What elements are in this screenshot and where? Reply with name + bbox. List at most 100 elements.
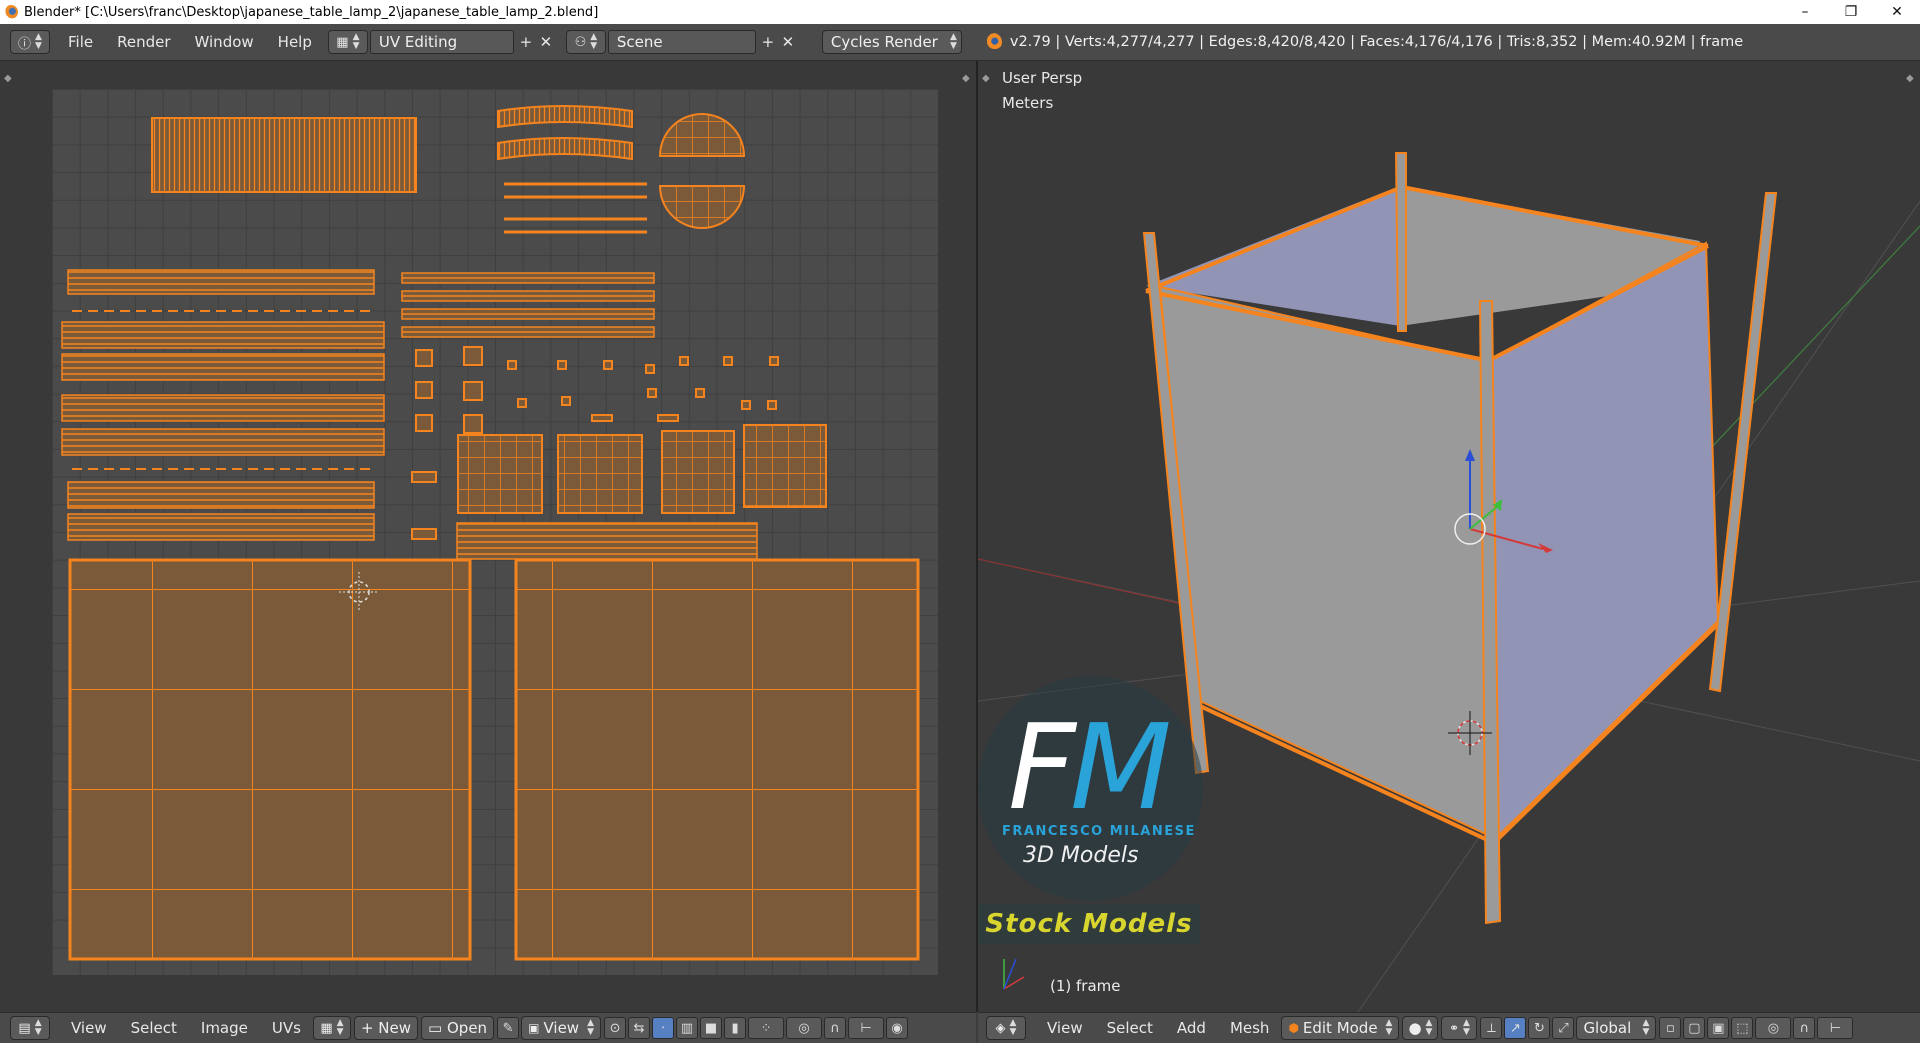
snap-3d-icon[interactable]: ∩: [1793, 1017, 1816, 1039]
uv-image-canvas[interactable]: [52, 89, 938, 975]
island-select-icon[interactable]: ▮: [724, 1017, 747, 1039]
uv-editor-type-button[interactable]: ▤ ▲ ▼: [10, 1016, 50, 1040]
blender-app-icon: [4, 5, 18, 19]
scene-icon: ⚇: [574, 34, 587, 50]
3d-editor-type-button[interactable]: ◈ ▲ ▼: [986, 1016, 1026, 1040]
watermark-letter-m: M: [1070, 698, 1172, 836]
scene-selector[interactable]: ⚇ ▲ ▼: [565, 30, 606, 54]
limit-selection-icon[interactable]: ⬚: [1731, 1017, 1754, 1039]
3d-menu-view[interactable]: View: [1035, 1019, 1095, 1037]
proportional-edit-3d-icon[interactable]: ◎: [1755, 1017, 1792, 1039]
front-panel[interactable]: [1158, 285, 1492, 838]
snap-element-icon[interactable]: ⊢: [1817, 1017, 1854, 1039]
folder-icon: ▭: [428, 1019, 443, 1037]
remove-scene-icon[interactable]: ✕: [778, 32, 798, 52]
add-layout-icon[interactable]: +: [516, 32, 536, 52]
uv-menu-uvs[interactable]: UVs: [260, 1019, 313, 1037]
uv-islands: [61, 105, 920, 961]
uv-editor-header: ▤ ▲ ▼ View Select Image UVs ▦ ▲ ▼ + New ▭ Op…: [0, 1012, 976, 1043]
sticky-select-icon[interactable]: ⁘: [748, 1017, 785, 1039]
pivot-icon[interactable]: ⊙: [604, 1017, 627, 1039]
snap-icon[interactable]: ∩: [824, 1017, 847, 1039]
3d-menu-add[interactable]: Add: [1165, 1019, 1218, 1037]
scene-statistics: v2.79 | Verts:4,277/4,277 | Edges:8,420/…: [1009, 34, 1744, 50]
translate-manipulator-icon[interactable]: ↗: [1504, 1017, 1527, 1039]
pivot-point-dropdown[interactable]: ⚭ ▲ ▼: [1441, 1016, 1478, 1040]
solid-shading-icon: ●: [1408, 1019, 1422, 1037]
screen-layout-name: UV Editing: [378, 33, 458, 51]
watermark-stock-banner: Stock Models: [978, 904, 1200, 944]
scene-name: Scene: [616, 33, 663, 51]
minimize-button[interactable]: –: [1782, 0, 1828, 24]
uv-menu-view[interactable]: View: [59, 1019, 119, 1037]
editor-type-info-button[interactable]: ⓘ ▲ ▼: [10, 30, 50, 54]
uv-island-middle-strips[interactable]: [401, 272, 758, 560]
3d-menu-select[interactable]: Select: [1095, 1019, 1165, 1037]
face-select-mode-icon[interactable]: ▣: [1707, 1017, 1730, 1039]
screen-layout-selector[interactable]: ▦ ▲ ▼: [327, 30, 368, 54]
pivot-point-icon: ⚭: [1448, 1021, 1459, 1035]
maximize-button[interactable]: ❐: [1828, 0, 1874, 24]
uv-menu-image[interactable]: Image: [189, 1019, 260, 1037]
uv-island-grid-blocks[interactable]: [457, 424, 827, 514]
edge-select-mode-icon[interactable]: ▢: [1683, 1017, 1706, 1039]
watermark-logo: F M FRANCESCO MILANESE 3D Models: [978, 676, 1203, 901]
side-panel[interactable]: [1486, 241, 1720, 839]
blender-logo-icon: [983, 33, 1002, 51]
menu-help[interactable]: Help: [266, 33, 324, 51]
scale-manipulator-icon[interactable]: ⤢: [1552, 1017, 1575, 1039]
sync-selection-icon[interactable]: ⇆: [628, 1017, 651, 1039]
remove-layout-icon[interactable]: ✕: [536, 32, 556, 52]
window-titlebar: Blender* [C:\Users\franc\Desktop\japanes…: [0, 0, 1920, 24]
uv-island-top-strip[interactable]: [151, 117, 417, 193]
close-button[interactable]: ✕: [1874, 0, 1920, 24]
face-select-icon[interactable]: ■: [700, 1017, 723, 1039]
uv-island-paper-left[interactable]: [68, 558, 472, 961]
edit-mode-icon: ⬢: [1288, 1021, 1299, 1035]
layout-grid-icon: ▦: [336, 34, 349, 50]
snap-target-icon[interactable]: ⊢: [848, 1017, 885, 1039]
proportional-edit-icon[interactable]: ◎: [786, 1017, 823, 1039]
interaction-mode-dropdown[interactable]: ⬢ Edit Mode ▲ ▼: [1281, 1016, 1400, 1040]
transform-orientation-label: Global: [1583, 1019, 1632, 1037]
uv-menu-select[interactable]: Select: [119, 1019, 189, 1037]
uv-island-caps[interactable]: [658, 113, 746, 229]
3d-menu-mesh[interactable]: Mesh: [1218, 1019, 1282, 1037]
info-header: ⓘ ▲ ▼ File Render Window Help ▦ ▲ ▼ UV Editi…: [0, 24, 1920, 61]
uv-view-mode-dropdown[interactable]: ▣ View ▲ ▼: [521, 1016, 602, 1040]
menu-window[interactable]: Window: [183, 33, 266, 51]
3d-viewport[interactable]: User Persp Meters ◆ ◆ F M FRANCESCO MILA…: [978, 61, 1920, 1012]
menu-file[interactable]: File: [56, 33, 105, 51]
3d-view-icon: ◈: [995, 1020, 1006, 1036]
render-engine-dropdown[interactable]: Cycles Render ▲ ▼: [821, 30, 962, 54]
render-engine-label: Cycles Render: [830, 33, 938, 51]
rotate-manipulator-icon[interactable]: ↻: [1528, 1017, 1551, 1039]
scene-field[interactable]: Scene: [607, 30, 756, 54]
menu-render[interactable]: Render: [105, 33, 182, 51]
vertex-select-icon[interactable]: ⋅: [652, 1017, 675, 1039]
screen-layout-field[interactable]: UV Editing: [369, 30, 514, 54]
manipulator-toggle-icon[interactable]: ⟂: [1480, 1017, 1503, 1039]
uv-island-curved-strips[interactable]: [497, 105, 633, 161]
viewport-shading-dropdown[interactable]: ● ▲ ▼: [1402, 1016, 1439, 1040]
interaction-mode-label: Edit Mode: [1302, 1019, 1378, 1037]
image-browse-button[interactable]: ▦ ▲ ▼: [312, 1016, 351, 1040]
uv-extra-icon[interactable]: ◉: [886, 1017, 909, 1039]
open-image-button[interactable]: ▭ Open: [421, 1016, 495, 1040]
region-expand-icon[interactable]: ◆: [4, 73, 12, 84]
new-image-button[interactable]: + New: [353, 1016, 419, 1040]
watermark-subtitle: 3D Models: [1023, 843, 1139, 868]
view-mode-icon: ▣: [528, 1021, 540, 1035]
uv-image-editor[interactable]: ◆ ◆: [0, 61, 978, 1012]
uv-island-paper-right[interactable]: [514, 558, 920, 961]
mini-axis-indicator: [1003, 958, 1025, 990]
uv-island-rods[interactable]: [504, 182, 647, 234]
image-browse-icon: ▦: [320, 1020, 333, 1036]
edge-select-icon[interactable]: ▥: [676, 1017, 699, 1039]
pin-icon[interactable]: ✎: [497, 1017, 520, 1039]
add-scene-icon[interactable]: +: [758, 32, 778, 52]
region-expand-icon-right[interactable]: ◆: [962, 73, 970, 84]
transform-orientation-dropdown[interactable]: Global ▲ ▼: [1576, 1016, 1657, 1040]
watermark-author: FRANCESCO MILANESE: [1002, 824, 1196, 839]
vertex-select-mode-icon[interactable]: ▫: [1659, 1017, 1682, 1039]
